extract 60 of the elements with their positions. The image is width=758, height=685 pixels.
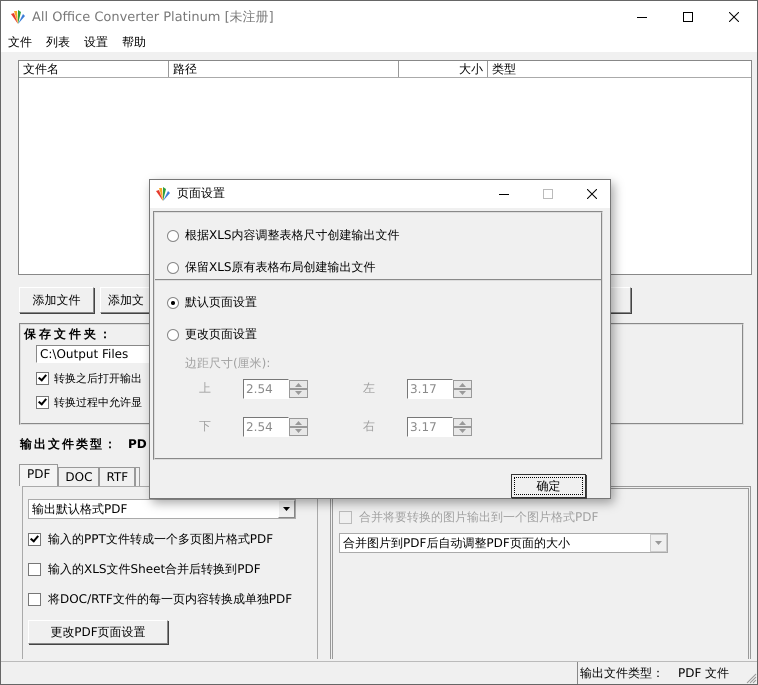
radio-label: 默认页面设置 [185, 294, 257, 312]
resize-grip-icon [745, 672, 757, 684]
dropdown[interactable]: 合并图片到PDF后自动调整PDF页面的大小 [339, 533, 668, 553]
radio-button[interactable] [167, 328, 179, 341]
add-file-button[interactable]: 添加文件 [19, 287, 94, 313]
dropdown-arrow-icon [655, 541, 662, 545]
dropdown[interactable]: 输出默认格式PDF [28, 499, 296, 519]
column-header[interactable]: 文件名 [19, 61, 169, 77]
radio-label: 更改页面设置 [185, 326, 257, 344]
field-label: 左 [363, 380, 376, 398]
page-setup-button[interactable]: 更改PDF页面设置 [28, 620, 168, 644]
checkbox-label: 转换过程中允许显 [54, 394, 142, 410]
spinner-icon[interactable] [289, 380, 308, 398]
output-type-value: PD [128, 437, 147, 451]
column-header[interactable]: 大小 [399, 61, 488, 77]
radio-button[interactable] [167, 230, 179, 242]
tab[interactable]: PDF [19, 464, 58, 486]
menu-item[interactable]: 设置 [84, 34, 108, 50]
dropdown-arrow-icon [283, 507, 290, 511]
feathers-icon [10, 8, 26, 24]
radio-label: 保留XLS原有表格布局创建输出文件 [185, 259, 376, 276]
window-title: All Office Converter Platinum [未注册] [32, 8, 274, 26]
spinner-icon[interactable] [289, 418, 308, 436]
field-label: 右 [363, 418, 376, 436]
menu-item[interactable]: 列表 [46, 34, 70, 50]
status-label: 输出文件类型： [580, 664, 664, 682]
checkbox[interactable] [28, 592, 41, 606]
checkbox-label: 转换之后打开输出 [54, 370, 142, 386]
spinner-icon[interactable] [453, 380, 472, 398]
field-label: 下 [199, 418, 212, 436]
close-icon[interactable] [587, 188, 597, 199]
radio-button[interactable] [167, 296, 179, 309]
checkbox-label: 输入的XLS文件Sheet合并后转换到PDF [48, 560, 261, 578]
menu-item[interactable]: 文件 [8, 34, 32, 50]
feathers-icon [155, 186, 171, 202]
tab[interactable]: RTF [99, 467, 136, 486]
dialog-title: 页面设置 [177, 185, 225, 202]
radio-button[interactable] [167, 262, 179, 274]
margin-label: 边距尺寸(厘米): [185, 354, 272, 372]
checkbox-label: 输入的PPT文件转成一个多页图片格式PDF [48, 530, 274, 548]
maximize-icon[interactable] [683, 12, 693, 22]
checkbox-label: 合并将要转换的图片输出到一个图片格式PDF [359, 508, 598, 526]
column-header[interactable]: 类型 [488, 61, 751, 77]
field-label: 上 [199, 380, 212, 398]
menu-item[interactable]: 帮助 [122, 34, 146, 50]
checkbox[interactable] [28, 562, 41, 576]
checkbox[interactable] [36, 372, 49, 384]
close-icon[interactable] [729, 12, 739, 22]
tab[interactable]: DOC [58, 467, 100, 486]
status-value: PDF 文件 [678, 664, 730, 682]
spinner-icon[interactable] [453, 418, 472, 436]
ok-button[interactable]: 确定 [511, 474, 586, 498]
radio-label: 根据XLS内容调整表格尺寸创建输出文件 [185, 227, 400, 244]
checkbox[interactable] [28, 532, 41, 546]
output-type-label: 输出文件类型： [20, 436, 118, 452]
checkbox[interactable] [36, 396, 49, 408]
column-header[interactable]: 路径 [169, 61, 399, 77]
maximize-icon [543, 188, 553, 199]
group-label: 保存文件夹： [24, 326, 114, 343]
checkbox-label: 将DOC/RTF文件的每一页内容转换成单独PDF [48, 590, 292, 608]
